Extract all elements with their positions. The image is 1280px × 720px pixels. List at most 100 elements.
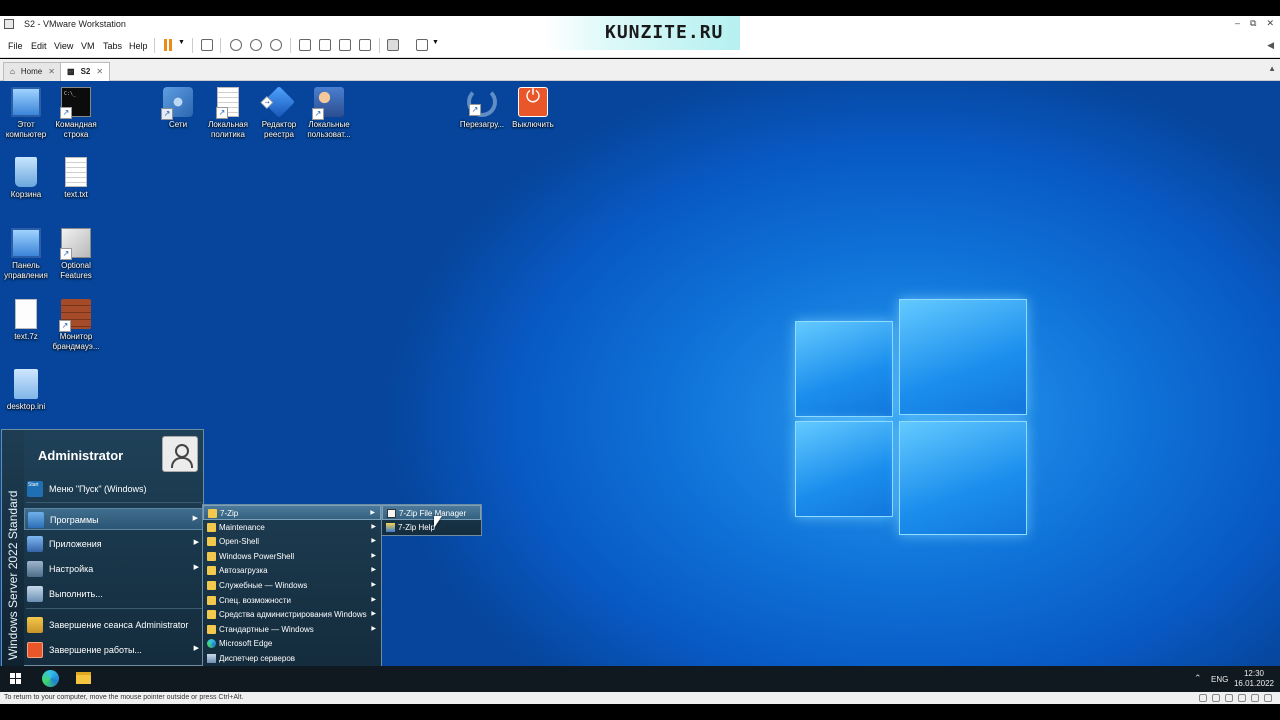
usb-status-icon[interactable] [1238,694,1246,702]
program-edge[interactable]: Microsoft Edge [203,636,381,651]
close-tab-icon[interactable]: ✕ [48,67,55,81]
folder-icon [207,595,216,605]
close-tab-icon[interactable]: ✕ [96,67,103,81]
network-icon [161,87,193,120]
library-icon[interactable] [299,39,311,51]
folder-icon [207,610,216,620]
stretch-guest-icon[interactable] [416,39,428,51]
desktop-icon-cmd[interactable]: Командная строка [49,87,103,140]
snapshot-icon[interactable] [230,39,242,51]
desktop-icon-text-7z[interactable]: text.7z [0,299,53,342]
program-7zip[interactable]: 7-Zip ▶ [203,505,381,520]
chevron-right-icon: ▶ [371,596,376,603]
programs-icon [28,512,44,528]
thumbnail-bar-icon[interactable] [319,39,331,51]
minimize-button[interactable]: – [1235,18,1240,29]
home-icon: ⌂ [10,67,15,76]
menu-vm[interactable]: VM [81,41,95,51]
hdd-status-icon[interactable] [1199,694,1207,702]
chevron-right-icon: ▶ [371,538,376,545]
desktop-icon-optional-features[interactable]: Optional Features [49,228,103,281]
fullscreen-icon[interactable] [339,39,351,51]
desktop-icon-restart[interactable]: Перезагру... [455,87,509,130]
policy-icon [216,87,239,119]
start-item-settings[interactable]: Настройка ▶ [24,558,204,580]
tab-s2[interactable]: ▩ S2 ✕ [60,62,111,81]
start-item-shutdown[interactable]: Завершение работы... ▶ [24,639,204,661]
menu-view[interactable]: View [54,41,73,51]
program-maintenance[interactable]: Maintenance ▶ [203,520,381,535]
close-button[interactable]: ✕ [1266,18,1274,29]
cd-status-icon[interactable] [1212,694,1220,702]
tab-bar: ⌂ Home ✕ ▩ S2 ✕ ▲ [0,59,1280,81]
program-open-shell[interactable]: Open-Shell ▶ [203,534,381,549]
key-icon [27,617,43,633]
tab-label: S2 [80,67,91,76]
menu-tabs[interactable]: Tabs [103,41,122,51]
start-menu: Windows Server 2022 Standard Administrat… [1,429,204,666]
program-system-tools[interactable]: Служебные — Windows ▶ [203,578,381,593]
desktop-icon-regedit[interactable]: Редактор реестра [252,86,306,140]
language-indicator[interactable]: ENG [1211,675,1228,684]
chevron-right-icon: ▶ [371,611,376,618]
program-startup[interactable]: Автозагрузка ▶ [203,563,381,578]
desktop-icon-firewall[interactable]: Монитор брандмауэ... [49,299,103,352]
guest-desktop[interactable]: Этот компьютер Командная строка Сети Лок… [0,81,1280,666]
program-accessories[interactable]: Стандартные — Windows ▶ [203,622,381,637]
desktop-icon-shutdown[interactable]: Выключить [506,87,560,130]
program-accessibility[interactable]: Спец. возможности ▶ [203,593,381,608]
tray-expand-icon[interactable]: ⌃ [1194,673,1202,684]
program-powershell[interactable]: Windows PowerShell ▶ [203,549,381,564]
edge-taskbar-icon[interactable] [42,670,59,687]
power-icon [518,87,548,117]
desktop-icon-text-txt[interactable]: text.txt [49,157,103,200]
desktop-icon-local-policy[interactable]: Локальная политика [201,87,255,140]
desktop-icon-desktop-ini[interactable]: desktop.ini [0,369,53,412]
server-manager-icon [207,653,216,663]
start-item-programs[interactable]: Программы ▶ [24,508,204,530]
menu-7zip-help[interactable]: 7-Zip Help [382,520,481,535]
menu-7zip-file-manager[interactable]: 7-Zip File Manager [382,505,481,520]
desktop-icon-local-users[interactable]: Локальные пользоват... [302,87,356,140]
unity-icon[interactable] [359,39,371,51]
desktop-icon-recycle-bin[interactable]: Корзина [0,157,53,200]
network-status-icon[interactable] [1225,694,1233,702]
chevron-right-icon: ▶ [193,645,199,652]
vmware-window: S2 - VMware Workstation – ⧉ ✕ File Edit … [0,0,1280,720]
desktop-icon-control-panel[interactable]: Панель управления [0,228,53,281]
desktop-icon-this-pc[interactable]: Этот компьютер [0,87,53,140]
desktop-icon-network[interactable]: Сети [151,87,205,130]
menu-help[interactable]: Help [129,41,148,51]
console-view-icon[interactable] [387,39,399,51]
pause-icon[interactable] [162,39,174,51]
start-item-classic-menu[interactable]: Start Меню "Пуск" (Windows) [24,478,204,500]
terminal-icon [60,87,91,119]
pause-dropdown-icon[interactable]: ▼ [178,39,185,46]
start-item-apps[interactable]: Приложения ▶ [24,533,204,555]
stretch-dropdown-icon[interactable]: ▼ [432,39,439,46]
send-keys-icon[interactable] [201,39,213,51]
toolbar-overflow-icon[interactable]: ◀ [1267,40,1274,51]
sound-status-icon[interactable] [1251,694,1259,702]
tab-scroll-icon[interactable]: ▲ [1268,64,1276,73]
features-icon [60,228,91,260]
tab-home[interactable]: ⌂ Home ✕ [3,62,62,81]
control-panel-icon [11,228,41,258]
chevron-right-icon: ▶ [371,625,376,632]
revert-snapshot-icon[interactable] [250,39,262,51]
clock[interactable]: 12:30 16.01.2022 [1232,669,1276,689]
maximize-button[interactable]: ⧉ [1250,18,1256,29]
clock-date: 16.01.2022 [1233,679,1275,688]
snapshot-manager-icon[interactable] [270,39,282,51]
windows-start-icon[interactable] [10,673,22,685]
menu-edit[interactable]: Edit [31,41,47,51]
restart-icon [467,87,497,117]
display-status-icon[interactable] [1264,694,1272,702]
program-admin-tools[interactable]: Средства администрирования Windows ▶ [203,607,381,622]
start-item-run[interactable]: Выполнить... [24,583,204,605]
file-explorer-icon[interactable] [76,672,91,684]
user-avatar-icon[interactable] [162,436,198,472]
menu-file[interactable]: File [8,41,23,51]
program-server-manager[interactable]: Диспетчер серверов [203,651,381,666]
start-item-logoff[interactable]: Завершение сеанса Administrator [24,614,204,636]
